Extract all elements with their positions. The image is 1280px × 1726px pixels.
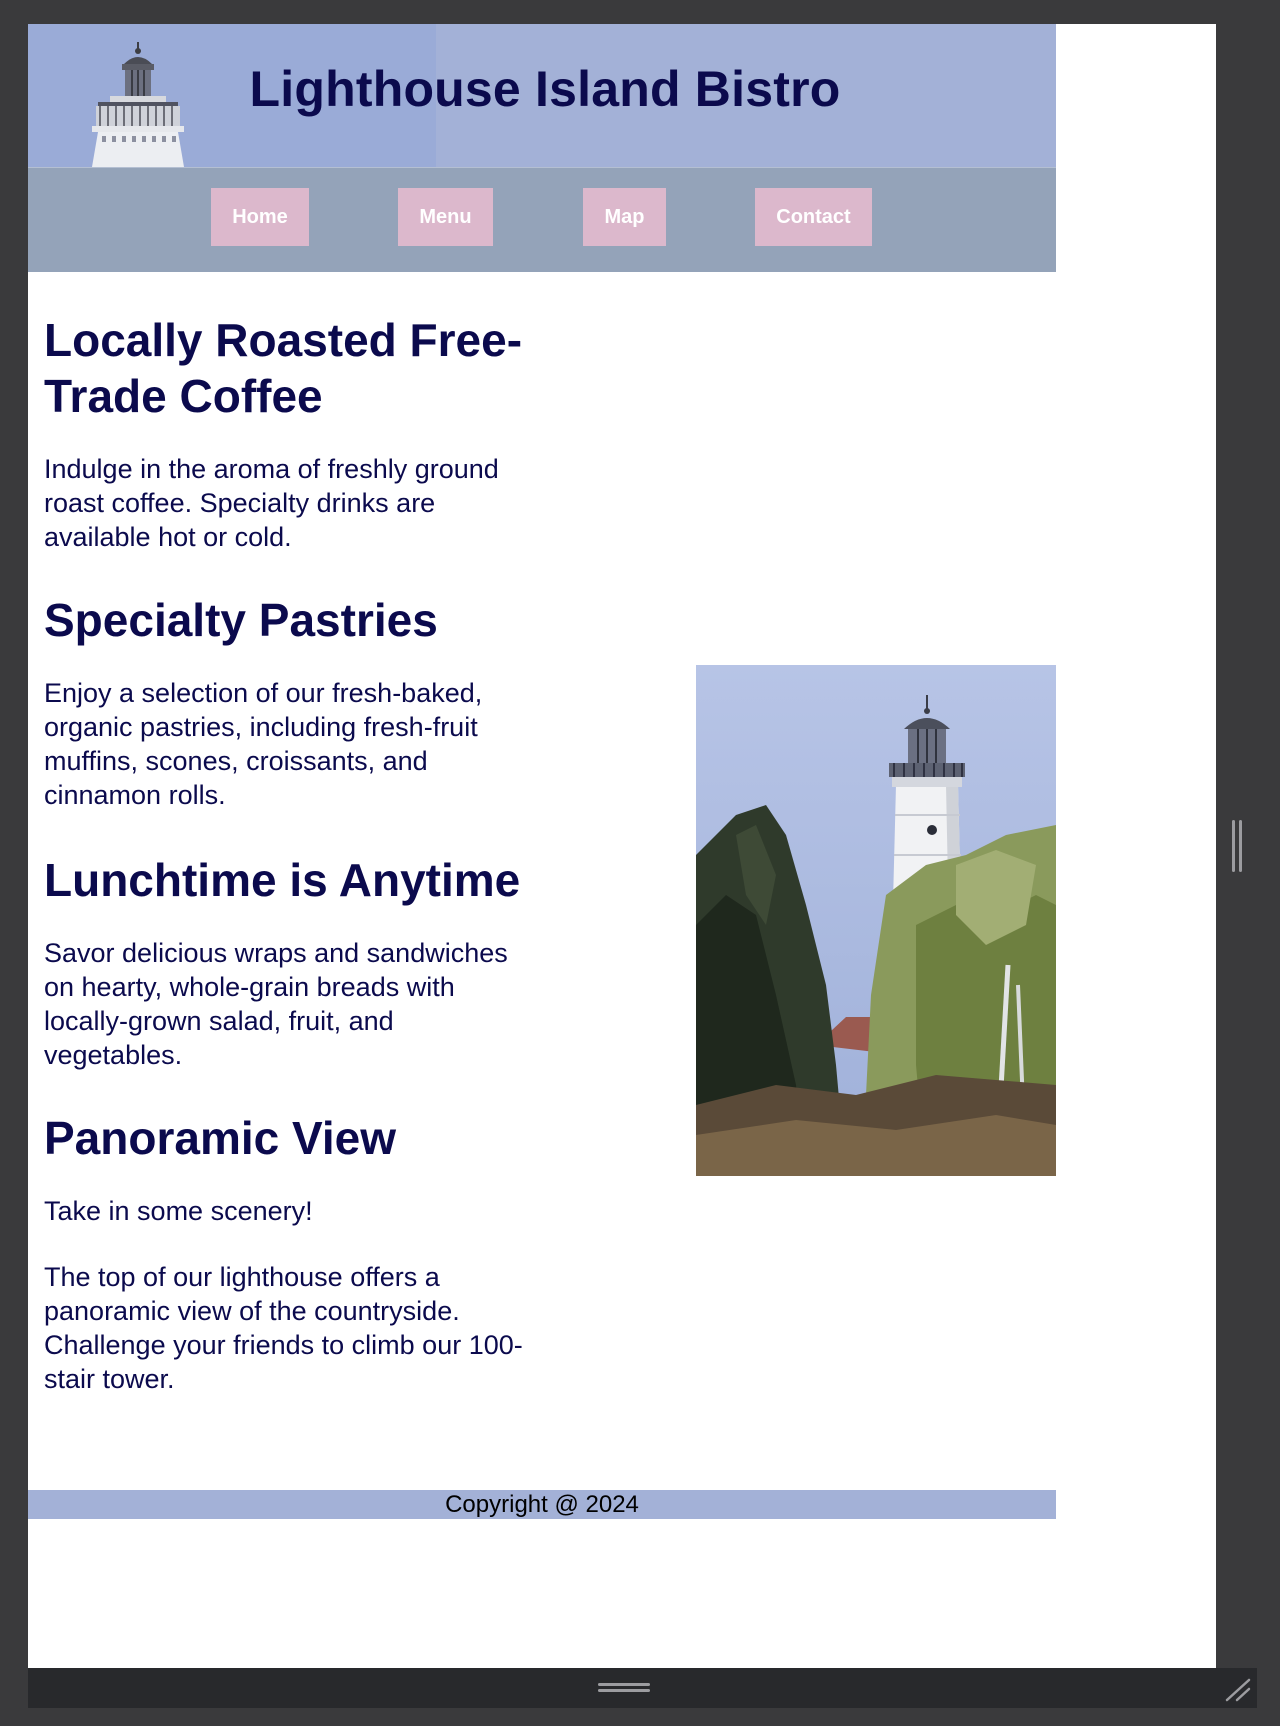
section-heading: Specialty Pastries (44, 594, 438, 646)
lighthouse-photo (696, 665, 1056, 1176)
main-content: Locally Roasted Free-Trade Coffee Indulg… (28, 272, 1056, 1490)
bottom-resize-bar[interactable] (28, 1668, 1257, 1708)
nav-home-button[interactable]: Home (211, 188, 309, 246)
nav-contact-button[interactable]: Contact (755, 188, 872, 246)
section-heading: Lunchtime is Anytime (44, 854, 521, 906)
text-column: Locally Roasted Free-Trade Coffee Indulg… (44, 312, 524, 1396)
horizontal-resize-handle-icon[interactable] (598, 1683, 650, 1693)
page-viewport[interactable]: Lighthouse Island Bistro Home Menu Map C… (28, 24, 1216, 1668)
section-paragraph: Indulge in the aroma of freshly ground r… (44, 454, 499, 552)
nav-map-button[interactable]: Map (583, 188, 666, 246)
section-paragraph: The top of our lighthouse offers a panor… (44, 1262, 523, 1394)
section-heading: Panoramic View (44, 1112, 396, 1164)
section-paragraph: Enjoy a selection of our fresh-baked, or… (44, 678, 483, 810)
nav-menu-button[interactable]: Menu (398, 188, 493, 246)
site-footer: Copyright @ 2024 (28, 1490, 1056, 1519)
page: Lighthouse Island Bistro Home Menu Map C… (28, 24, 1056, 1519)
section-paragraph: Savor delicious wraps and sandwiches on … (44, 938, 508, 1070)
section-paragraph: Take in some scenery! (44, 1196, 313, 1226)
site-header: Lighthouse Island Bistro (28, 24, 1056, 167)
site-title: Lighthouse Island Bistro (249, 61, 841, 117)
section-heading: Locally Roasted Free-Trade Coffee (44, 314, 523, 422)
main-nav: Home Menu Map Contact (28, 167, 1056, 272)
resize-corner-icon[interactable] (1225, 1678, 1251, 1702)
vertical-resize-handle-icon[interactable] (1232, 820, 1244, 872)
